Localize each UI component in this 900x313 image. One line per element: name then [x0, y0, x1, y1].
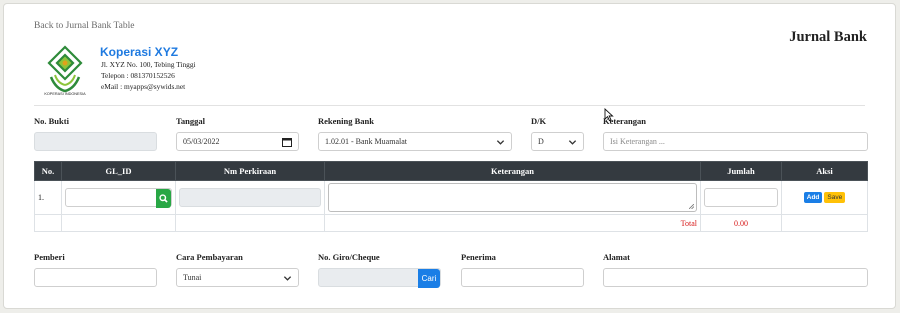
- chevron-down-icon: [496, 140, 505, 145]
- penerima-label: Penerima: [461, 252, 496, 262]
- total-empty-2: [61, 214, 176, 232]
- alamat-label: Alamat: [603, 252, 630, 262]
- giro-label: No. Giro/Cheque: [318, 252, 380, 262]
- cari-button[interactable]: Cari: [418, 269, 440, 288]
- search-button[interactable]: [156, 189, 171, 208]
- journal-table: No. GL_ID Nm Perkiraan Keterangan Jumlah…: [34, 161, 868, 232]
- back-link[interactable]: Back to Jurnal Bank Table: [34, 21, 134, 31]
- keterangan-cell: [324, 180, 701, 215]
- chevron-down-icon: [568, 140, 577, 145]
- tanggal-label: Tanggal: [176, 116, 205, 126]
- col-header-gl-id: GL_ID: [61, 161, 176, 181]
- aksi-cell: Add Save: [781, 180, 868, 215]
- org-address: Jl. XYZ No. 100, Tebing Tinggi: [101, 60, 196, 69]
- col-header-nm-perkiraan: Nm Perkiraan: [175, 161, 325, 181]
- main-card: Back to Jurnal Bank Table Jurnal Bank KO…: [3, 3, 896, 309]
- gl-id-input[interactable]: [65, 188, 172, 208]
- mouse-cursor-icon: [604, 108, 614, 122]
- jumlah-input[interactable]: [704, 188, 778, 207]
- total-empty-1: [34, 214, 62, 232]
- dk-value: D: [538, 137, 544, 146]
- row-number: 1.: [34, 180, 62, 215]
- rekening-select[interactable]: 1.02.01 - Bank Muamalat: [318, 132, 512, 151]
- total-empty-3: [175, 214, 325, 232]
- pemberi-label: Pemberi: [34, 252, 65, 262]
- chevron-down-icon: [283, 276, 292, 281]
- keterangan-input[interactable]: Isi Keterangan ...: [603, 132, 868, 151]
- pemberi-input[interactable]: [34, 268, 157, 287]
- resize-handle-icon[interactable]: [689, 204, 694, 209]
- col-header-keterangan: Keterangan: [324, 161, 701, 181]
- total-value: 0.00: [700, 214, 782, 232]
- header-divider: [34, 105, 865, 106]
- page-title: Jurnal Bank: [789, 29, 867, 45]
- logo-caption: KOPERASI INDONESIA: [44, 92, 86, 96]
- calendar-icon[interactable]: [282, 137, 292, 147]
- cara-bayar-label: Cara Pembayaran: [176, 252, 243, 262]
- total-row: Total 0.00: [34, 214, 868, 232]
- jumlah-cell: [700, 180, 782, 215]
- save-button[interactable]: Save: [824, 192, 846, 203]
- org-name: Koperasi XYZ: [100, 45, 179, 59]
- table-row: 1. Add Save: [34, 180, 868, 215]
- search-icon: [159, 194, 168, 203]
- col-header-aksi: Aksi: [781, 161, 868, 181]
- giro-field[interactable]: Cari: [318, 268, 441, 288]
- org-email: eMail : myapps@sywids.net: [101, 82, 186, 91]
- cara-bayar-value: Tunai: [183, 273, 202, 282]
- cara-bayar-select[interactable]: Tunai: [176, 268, 299, 287]
- total-empty-4: [781, 214, 868, 232]
- col-header-no: No.: [34, 161, 62, 181]
- rekening-value: 1.02.01 - Bank Muamalat: [325, 137, 407, 146]
- penerima-input[interactable]: [461, 268, 584, 287]
- rekening-label: Rekening Bank: [318, 116, 374, 126]
- nm-perkiraan-field[interactable]: [179, 188, 321, 207]
- no-bukti-field[interactable]: [34, 132, 157, 151]
- dk-label: D/K: [531, 116, 547, 126]
- no-bukti-label: No. Bukti: [34, 116, 69, 126]
- nm-perkiraan-cell: [175, 180, 325, 215]
- gl-id-cell: [61, 180, 176, 215]
- tanggal-value: 05/03/2022: [183, 137, 220, 146]
- total-label: Total: [324, 214, 701, 232]
- row-keterangan-textarea[interactable]: [328, 183, 697, 212]
- col-header-jumlah: Jumlah: [700, 161, 782, 181]
- alamat-input[interactable]: [603, 268, 868, 287]
- keterangan-placeholder: Isi Keterangan ...: [610, 137, 665, 146]
- org-phone: Telepon : 081370152526: [101, 71, 175, 80]
- tanggal-field[interactable]: 05/03/2022: [176, 132, 299, 151]
- dk-select[interactable]: D: [531, 132, 584, 151]
- add-button[interactable]: Add: [803, 192, 823, 203]
